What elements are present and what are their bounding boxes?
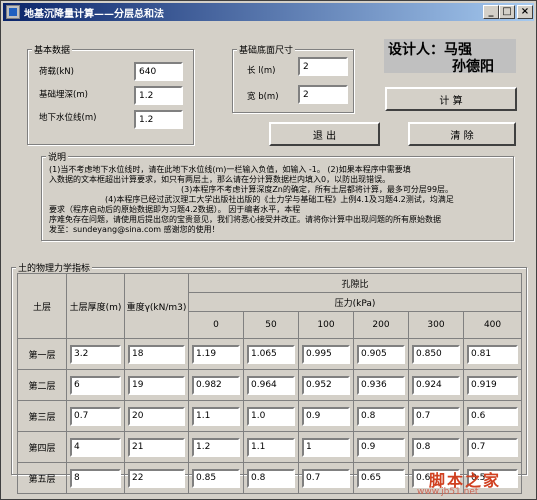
void-ratio-input[interactable] bbox=[412, 375, 460, 395]
close-button[interactable]: × bbox=[517, 5, 533, 19]
void-ratio-input[interactable] bbox=[357, 406, 405, 426]
clear-button[interactable]: 清 除 bbox=[408, 122, 516, 146]
table-row-layer-2: 第二层 bbox=[17, 369, 523, 401]
width-input[interactable] bbox=[298, 85, 348, 104]
exit-button[interactable]: 退 出 bbox=[269, 122, 380, 146]
void-ratio-input[interactable] bbox=[192, 406, 240, 426]
thickness-input[interactable] bbox=[70, 344, 121, 364]
main-window: 地基沉降量计算——分层总和法 _ □ × 基本数据 荷载(kN) 基础埋深(m)… bbox=[0, 0, 537, 500]
void-ratio-input[interactable] bbox=[247, 468, 295, 488]
notes-line-7: 发至：sundeyang@sina.com 感谢您的使用！ bbox=[49, 225, 220, 234]
void-ratio-input[interactable] bbox=[467, 437, 519, 457]
minimize-button[interactable]: _ bbox=[483, 5, 499, 19]
designer-line2: 孙德阳 bbox=[452, 59, 494, 75]
pressure-header: 压力(kPa) bbox=[187, 292, 523, 312]
void-ratio-input[interactable] bbox=[357, 468, 405, 488]
width-label: 宽 b(m) bbox=[247, 92, 279, 102]
groundwater-level-label: 地下水位线(m) bbox=[39, 113, 97, 123]
void-ratio-input[interactable] bbox=[302, 437, 350, 457]
void-ratio-input[interactable] bbox=[192, 468, 240, 488]
embedment-depth-input[interactable] bbox=[134, 86, 183, 105]
thickness-input[interactable] bbox=[70, 375, 121, 395]
length-input[interactable] bbox=[298, 57, 348, 76]
void-ratio-input[interactable] bbox=[247, 375, 295, 395]
table-row-layer-1: 第一层 bbox=[17, 338, 523, 370]
pressure-400-header: 400 bbox=[462, 311, 523, 339]
void-ratio-input[interactable] bbox=[357, 437, 405, 457]
void-ratio-input[interactable] bbox=[302, 375, 350, 395]
void-ratio-input[interactable] bbox=[302, 468, 350, 488]
void-ratio-input[interactable] bbox=[467, 375, 519, 395]
void-ratio-input[interactable] bbox=[302, 344, 350, 364]
length-label: 长 l(m) bbox=[247, 66, 276, 76]
layer-header: 土层 bbox=[17, 273, 67, 339]
unit-weight-input[interactable] bbox=[128, 406, 185, 426]
unit-weight-input[interactable] bbox=[128, 344, 185, 364]
void-ratio-input[interactable] bbox=[192, 375, 240, 395]
load-label: 荷载(kN) bbox=[39, 67, 74, 77]
void-ratio-input[interactable] bbox=[192, 437, 240, 457]
compute-button[interactable]: 计 算 bbox=[385, 87, 517, 111]
pressure-300-header: 300 bbox=[408, 311, 464, 339]
app-icon[interactable] bbox=[6, 5, 20, 19]
unit-weight-header: 重度γ(kN/m3) bbox=[124, 273, 189, 339]
watermark-url: www.jb51.net bbox=[417, 487, 479, 497]
void-ratio-input[interactable] bbox=[412, 344, 460, 364]
designer-banner: 设计人：马强 孙德阳 bbox=[384, 39, 516, 75]
layer-name: 第二层 bbox=[17, 369, 67, 401]
void-ratio-header: 孔隙比 bbox=[187, 273, 523, 293]
window-title: 地基沉降量计算——分层总和法 bbox=[24, 9, 164, 20]
pressure-0-header: 0 bbox=[188, 311, 244, 339]
void-ratio-input[interactable] bbox=[467, 406, 519, 426]
unit-weight-input[interactable] bbox=[128, 468, 185, 488]
table-row-layer-4: 第四层 bbox=[17, 431, 523, 463]
thickness-input[interactable] bbox=[70, 437, 121, 457]
thickness-input[interactable] bbox=[70, 406, 121, 426]
void-ratio-input[interactable] bbox=[247, 437, 295, 457]
pressure-100-header: 100 bbox=[298, 311, 354, 339]
basic-data-group-label: 基本数据 bbox=[32, 43, 73, 56]
table-row-layer-3: 第三层 bbox=[17, 400, 523, 432]
groundwater-level-input[interactable] bbox=[134, 110, 183, 129]
thickness-header: 土层厚度(m) bbox=[66, 273, 125, 339]
embedment-depth-label: 基础埋深(m) bbox=[39, 90, 88, 100]
layer-name: 第三层 bbox=[17, 400, 67, 432]
void-ratio-input[interactable] bbox=[302, 406, 350, 426]
void-ratio-input[interactable] bbox=[192, 344, 240, 364]
void-ratio-input[interactable] bbox=[412, 406, 460, 426]
pressure-50-header: 50 bbox=[243, 311, 299, 339]
notes-group-label: 说明 bbox=[46, 150, 69, 163]
foundation-size-group-label: 基础底面尺寸 bbox=[237, 43, 296, 56]
void-ratio-input[interactable] bbox=[357, 344, 405, 364]
void-ratio-input[interactable] bbox=[357, 375, 405, 395]
thickness-input[interactable] bbox=[70, 468, 121, 488]
maximize-button[interactable]: □ bbox=[499, 5, 515, 19]
void-ratio-input[interactable] bbox=[412, 437, 460, 457]
layer-name: 第五层 bbox=[17, 462, 67, 494]
soil-properties-table: 土层 土层厚度(m) 重度γ(kN/m3) 孔隙比 压力(kPa) 0 50 1… bbox=[17, 273, 523, 494]
layer-name: 第四层 bbox=[17, 431, 67, 463]
void-ratio-input[interactable] bbox=[247, 406, 295, 426]
title-bar[interactable]: 地基沉降量计算——分层总和法 _ □ × bbox=[3, 3, 534, 21]
void-ratio-input[interactable] bbox=[467, 344, 519, 364]
unit-weight-input[interactable] bbox=[128, 375, 185, 395]
load-input[interactable] bbox=[134, 62, 183, 81]
pressure-200-header: 200 bbox=[353, 311, 409, 339]
unit-weight-input[interactable] bbox=[128, 437, 185, 457]
void-ratio-input[interactable] bbox=[247, 344, 295, 364]
layer-name: 第一层 bbox=[17, 338, 67, 370]
